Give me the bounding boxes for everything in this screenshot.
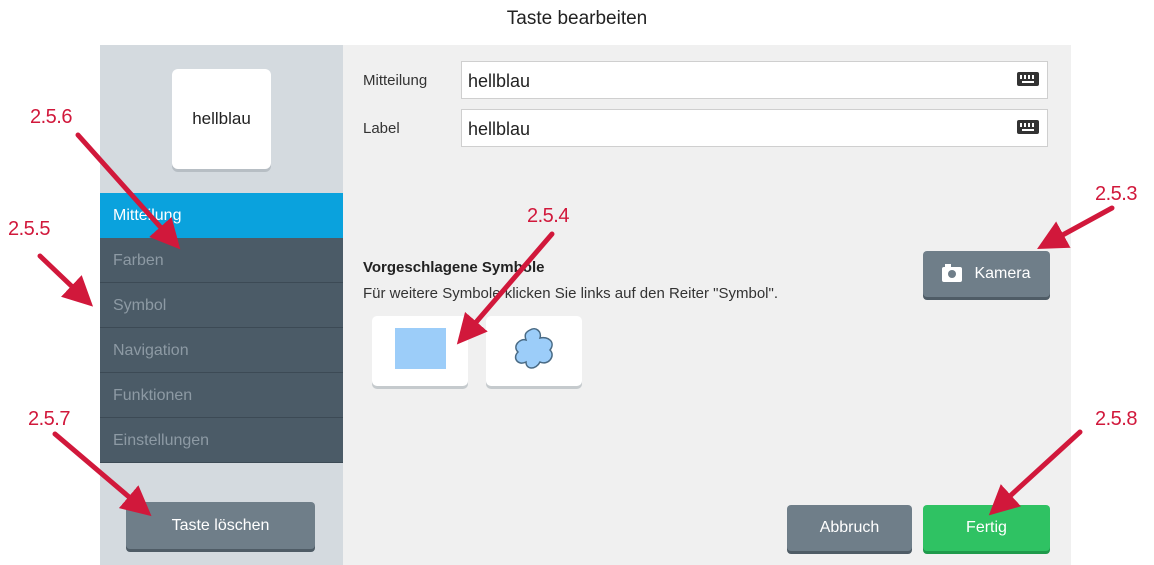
key-preview-text: hellblau [192,109,251,128]
annotation-label: 2.5.8 [1095,408,1137,430]
message-field-label: Mitteilung [363,72,428,89]
tab-label: Einstellungen [113,432,210,449]
arrow-2-5-5 [37,253,94,307]
cancel-button-label: Abbruch [819,519,880,536]
symbol-card-square[interactable] [372,316,468,386]
label-field-row: Label hellblau [363,109,1063,149]
annotation-label: 2.5.7 [28,408,70,430]
light-blue-blob-icon [514,327,553,369]
suggested-symbols-hint: Für weitere Symbole klicken Sie links au… [363,285,778,302]
label-input-value: hellblau [468,119,531,139]
light-blue-square-icon [395,328,446,369]
delete-key-label: Taste löschen [171,516,270,534]
tab-farben[interactable]: Farben [100,238,343,283]
annotation-label: 2.5.6 [30,106,72,128]
label-input[interactable]: hellblau [461,109,1048,147]
tab-label: Funktionen [113,387,193,404]
keyboard-icon[interactable] [1017,120,1039,134]
tab-funktionen[interactable]: Funktionen [100,373,343,418]
annotation-label: 2.5.5 [8,218,50,240]
tab-navigation[interactable]: Navigation [100,328,343,373]
keyboard-icon[interactable] [1017,72,1039,86]
message-input-value: hellblau [468,71,531,91]
delete-key-button[interactable]: Taste löschen [126,502,315,549]
main-panel: Mitteilung hellblau Label hellblau Vorge… [343,45,1071,565]
suggested-symbols-title: Vorgeschlagene Symbole [363,259,545,276]
camera-button-label: Kamera [974,265,1031,282]
label-field-label: Label [363,120,400,137]
tab-label: Farben [113,252,164,269]
annotation-label: 2.5.3 [1095,183,1137,205]
sidebar: hellblau Mitteilung Farben Symbol Naviga… [100,45,354,565]
dialog-title: Taste bearbeiten [506,8,648,29]
symbol-card-blob[interactable] [486,316,582,386]
tab-mitteilung[interactable]: Mitteilung [100,193,354,238]
tab-label: Navigation [113,342,189,359]
tab-label: Symbol [113,297,167,314]
annotation-label: 2.5.4 [527,205,569,227]
camera-icon [942,263,963,282]
tab-label: Mitteilung [113,207,182,224]
done-button-label: Fertig [966,519,1007,536]
message-field-row: Mitteilung hellblau [363,61,1063,101]
camera-button[interactable]: Kamera [923,251,1050,297]
stage: Taste bearbeiten hellblau Mitteilung Far… [0,0,1154,565]
done-button[interactable]: Fertig [923,505,1050,551]
sidebar-menu: Mitteilung Farben Symbol Navigation Funk… [100,193,354,463]
key-preview: hellblau [172,69,271,169]
message-input[interactable]: hellblau [461,61,1048,99]
tab-einstellungen[interactable]: Einstellungen [100,418,343,463]
cancel-button[interactable]: Abbruch [787,505,912,551]
tab-symbol[interactable]: Symbol [100,283,343,328]
